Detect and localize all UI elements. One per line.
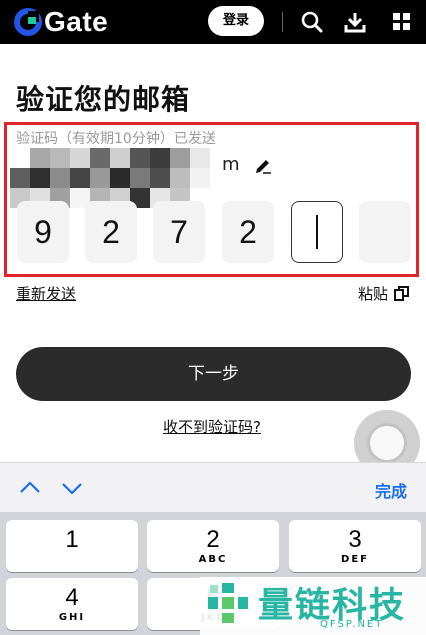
key-number: 4	[65, 584, 79, 611]
key-4[interactable]: 4 GHI	[6, 578, 138, 630]
paste-button[interactable]: 粘贴	[358, 283, 410, 304]
email-suffix: m	[222, 154, 240, 175]
key-number: 2	[206, 526, 220, 553]
edit-email-icon[interactable]	[254, 156, 272, 174]
watermark: 量链科技 QFSP.NET	[200, 577, 426, 635]
chevron-down-icon[interactable]	[60, 478, 84, 498]
key-number: 1	[65, 526, 79, 553]
paste-icon	[394, 286, 410, 301]
login-button[interactable]: 登录	[208, 6, 264, 36]
code-digit-box[interactable]: 2	[85, 201, 137, 263]
gate-logo-icon	[14, 8, 42, 36]
download-icon[interactable]	[341, 8, 369, 36]
code-sent-subtitle: 验证码（有效期10分钟）已发送	[16, 131, 216, 147]
key-number: 3	[348, 526, 362, 553]
text-caret	[316, 215, 318, 249]
header-divider	[282, 12, 283, 32]
logo-text: Gate	[44, 6, 109, 37]
keyboard-done-button[interactable]: 完成	[375, 478, 407, 502]
code-digit-box-active[interactable]	[291, 201, 343, 263]
key-letters: DEF	[341, 554, 369, 565]
paste-label: 粘贴	[358, 285, 389, 303]
key-1[interactable]: 1	[6, 520, 138, 572]
code-digit-box[interactable]: 2	[222, 201, 274, 263]
assistive-touch-inner	[367, 423, 407, 463]
code-digit-box[interactable]: 9	[17, 201, 69, 263]
no-code-link[interactable]: 收不到验证码?	[163, 416, 261, 437]
keyboard-accessory-bar: 完成	[0, 462, 426, 512]
chevron-up-icon[interactable]	[18, 478, 42, 498]
grid-menu-icon[interactable]	[388, 8, 416, 36]
watermark-logo-icon	[208, 583, 248, 623]
key-letters: GHI	[58, 612, 86, 623]
search-icon[interactable]	[298, 8, 326, 36]
pixelated-email-mosaic	[10, 148, 210, 208]
next-step-button[interactable]: 下一步	[16, 347, 411, 401]
code-digit-box[interactable]	[359, 201, 411, 263]
email-address: m	[10, 148, 280, 208]
resend-code-link[interactable]: 重新发送	[16, 283, 76, 304]
top-header: Gate 登录	[0, 0, 426, 44]
watermark-subtext: QFSP.NET	[320, 619, 384, 630]
code-digit-box[interactable]: 7	[153, 201, 205, 263]
key-3[interactable]: 3 DEF	[289, 520, 421, 572]
gate-logo[interactable]: Gate	[14, 5, 108, 39]
verification-code-input[interactable]: 9 2 7 2	[17, 201, 417, 263]
page-title: 验证您的邮箱	[16, 83, 191, 116]
key-2[interactable]: 2 ABC	[147, 520, 279, 572]
key-letters: ABC	[198, 554, 228, 565]
